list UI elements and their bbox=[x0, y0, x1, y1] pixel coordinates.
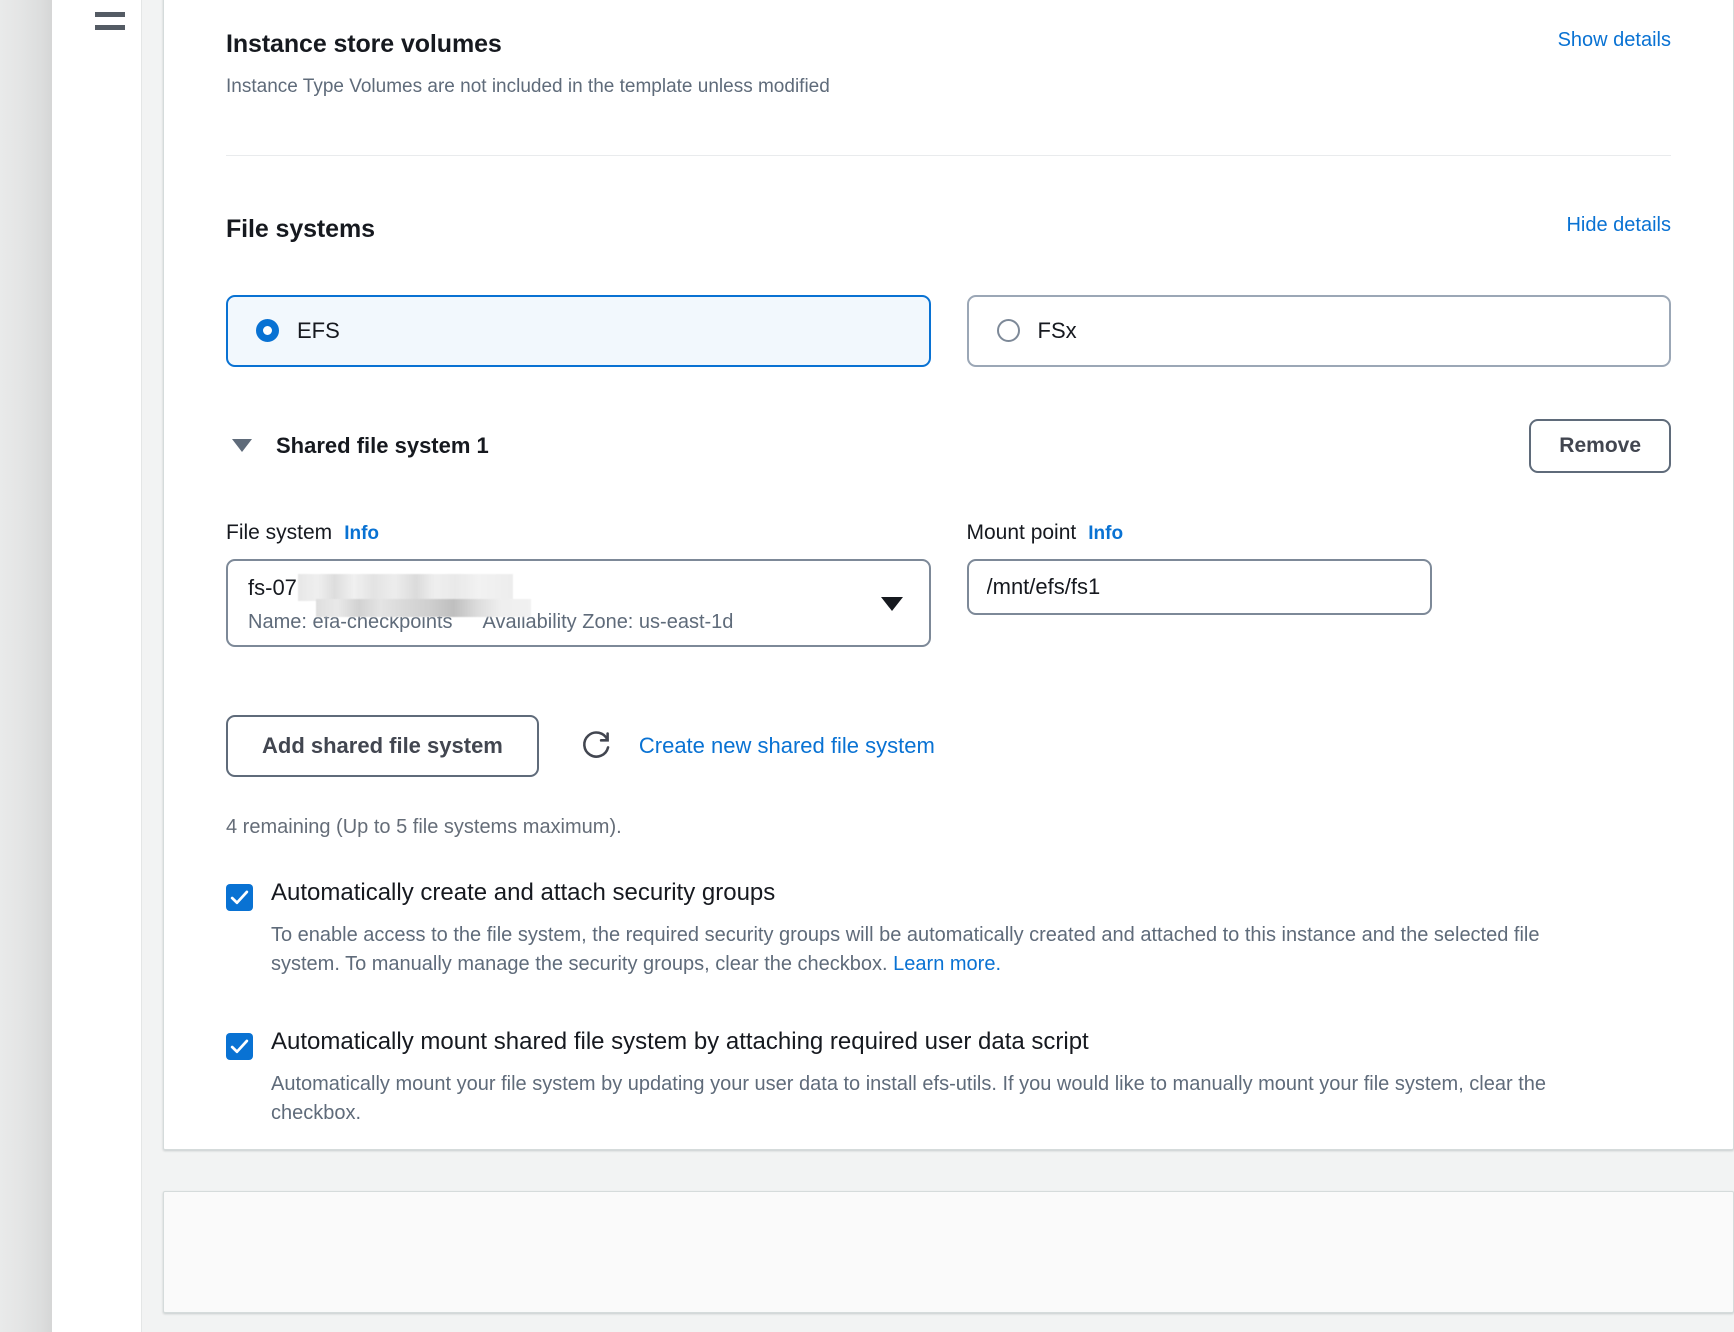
file-system-type-label: EFS bbox=[297, 317, 340, 343]
file-systems-section: File systems Hide details EFS FSx Shared… bbox=[164, 156, 1733, 1128]
window-edge-shadow bbox=[0, 0, 52, 1332]
instance-store-title: Instance store volumes bbox=[226, 30, 502, 58]
file-system-actions: Add shared file system Create new shared… bbox=[226, 714, 1671, 777]
file-system-type-radio-group: EFS FSx bbox=[226, 294, 1671, 367]
shared-file-system-fields: File system Info fs-07 Name: efa-checkpo… bbox=[226, 521, 1671, 647]
auto-mount-file-system-checkbox[interactable] bbox=[226, 1032, 253, 1060]
app-screen: Instance store volumes Instance Type Vol… bbox=[0, 0, 1734, 1332]
learn-more-link[interactable]: Learn more. bbox=[893, 953, 1001, 975]
file-systems-title: File systems bbox=[226, 214, 375, 243]
auto-create-security-groups-description: To enable access to the file system, the… bbox=[271, 921, 1571, 979]
radio-efs-icon bbox=[256, 319, 279, 343]
redacted-file-system-id-lower bbox=[316, 598, 531, 617]
collapsed-navigation-rail bbox=[52, 0, 142, 1332]
auto-mount-file-system-label: Automatically mount shared file system b… bbox=[271, 1027, 1089, 1055]
file-system-id-prefix: fs-07 bbox=[248, 574, 297, 600]
content-area: Instance store volumes Instance Type Vol… bbox=[142, 0, 1734, 1332]
shared-file-system-header: Shared file system 1 Remove bbox=[226, 418, 1671, 473]
next-panel-placeholder bbox=[163, 1191, 1734, 1313]
storage-panel: Instance store volumes Instance Type Vol… bbox=[163, 0, 1734, 1150]
add-shared-file-system-button[interactable]: Add shared file system bbox=[226, 714, 539, 777]
remove-button[interactable]: Remove bbox=[1529, 418, 1671, 473]
file-system-type-option-efs[interactable]: EFS bbox=[226, 294, 931, 367]
hamburger-bar bbox=[95, 25, 125, 30]
remaining-file-systems-text: 4 remaining (Up to 5 file systems maximu… bbox=[226, 815, 622, 838]
instance-store-description: Instance Type Volumes are not included i… bbox=[226, 76, 830, 97]
mount-point-info-link[interactable]: Info bbox=[1088, 523, 1123, 545]
chevron-down-icon[interactable] bbox=[880, 596, 903, 611]
radio-fsx-icon bbox=[996, 319, 1020, 343]
file-system-field-group: File system Info fs-07 Name: efa-checkpo… bbox=[226, 521, 931, 647]
expand-collapse-caret-icon[interactable] bbox=[232, 439, 252, 453]
file-system-type-label: FSx bbox=[1037, 317, 1077, 343]
hamburger-menu-icon[interactable] bbox=[95, 12, 125, 30]
auto-create-security-groups-label: Automatically create and attach security… bbox=[271, 878, 776, 906]
redacted-file-system-id bbox=[297, 574, 513, 602]
file-systems-hide-details-link[interactable]: Hide details bbox=[1566, 214, 1671, 237]
mount-point-field-label: Mount point bbox=[966, 520, 1077, 544]
file-system-select[interactable]: fs-07 Name: efa-checkpoints Availability… bbox=[226, 558, 931, 647]
instance-store-show-details-link[interactable]: Show details bbox=[1558, 29, 1671, 52]
create-new-shared-file-system-link[interactable]: Create new shared file system bbox=[639, 733, 935, 759]
mount-point-input[interactable] bbox=[966, 558, 1432, 615]
auto-mount-file-system-description: Automatically mount your file system by … bbox=[271, 1072, 1547, 1124]
file-system-type-option-fsx[interactable]: FSx bbox=[966, 294, 1671, 367]
file-system-info-link[interactable]: Info bbox=[344, 523, 379, 545]
file-system-field-label: File system bbox=[226, 520, 333, 544]
auto-create-security-groups-block: Automatically create and attach security… bbox=[226, 878, 1671, 979]
auto-create-security-groups-checkbox[interactable] bbox=[226, 883, 253, 911]
auto-mount-file-system-block: Automatically mount shared file system b… bbox=[226, 1027, 1671, 1128]
hamburger-bar bbox=[95, 12, 125, 17]
mount-point-field-group: Mount point Info bbox=[966, 520, 1672, 647]
instance-store-volumes-section: Instance store volumes Instance Type Vol… bbox=[164, 0, 1733, 156]
shared-file-system-title: Shared file system 1 bbox=[276, 432, 489, 458]
refresh-icon[interactable] bbox=[579, 729, 613, 763]
